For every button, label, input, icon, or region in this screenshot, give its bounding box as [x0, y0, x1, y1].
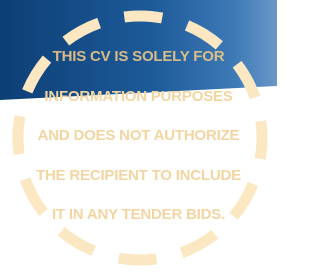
- disclaimer-line-4: THE RECIPIENT TO INCLUDE: [36, 167, 241, 184]
- disclaimer-stamp: THIS CV IS SOLELY FOR INFORMATION PURPOS…: [0, 0, 277, 276]
- disclaimer-line-1: THIS CV IS SOLELY FOR: [52, 48, 225, 65]
- disclaimer-line-2: INFORMATION PURPOSES: [44, 88, 233, 105]
- disclaimer-line-5: IT IN ANY TENDER BIDS.: [51, 206, 226, 223]
- disclaimer-line-3: AND DOES NOT AUTHORIZE: [37, 127, 240, 144]
